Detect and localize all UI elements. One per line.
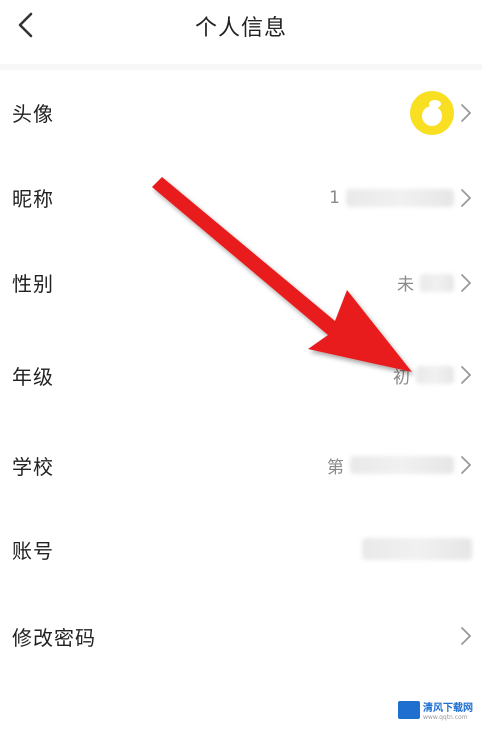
blurred-value (346, 188, 454, 207)
watermark-logo-icon (398, 701, 420, 719)
avatar[interactable] (410, 90, 454, 135)
watermark-text: 清风下载网 (423, 703, 473, 714)
row-label: 昵称 (12, 187, 54, 211)
row-value: 初 (393, 367, 410, 388)
avatar-icon (422, 99, 442, 126)
chevron-right-icon (461, 366, 472, 384)
chevron-right-icon (461, 456, 472, 474)
row-label: 年级 (12, 364, 54, 389)
chevron-right-icon (461, 273, 472, 292)
row-label: 账号 (12, 538, 54, 563)
row-grade[interactable]: 年级 初 (0, 325, 482, 425)
row-label: 学校 (12, 454, 54, 479)
row-change-password[interactable]: 修改密码 (0, 593, 482, 679)
row-value: 未 (397, 275, 414, 295)
profile-list: 头像 昵称 1 性别 未 年级 初 学校 第 账号 修改密码 (0, 70, 482, 679)
top-bar: 个人信息 (0, 0, 482, 52)
blurred-value (420, 273, 454, 292)
blurred-value (350, 456, 454, 474)
row-label: 修改密码 (12, 625, 96, 650)
blurred-value (416, 366, 454, 384)
site-watermark: 清风下载网 www.qqtn.com (395, 697, 476, 723)
blurred-value (362, 538, 472, 560)
chevron-right-icon (461, 627, 472, 645)
chevron-right-icon (461, 188, 472, 207)
chevron-right-icon (461, 103, 472, 122)
watermark-sub: www.qqtn.com (423, 714, 468, 721)
row-value: 1 (329, 187, 340, 208)
row-school[interactable]: 学校 第 (0, 425, 482, 505)
row-label: 头像 (12, 102, 54, 126)
row-account: 账号 (0, 505, 482, 593)
row-nickname[interactable]: 昵称 1 (0, 155, 482, 240)
row-gender[interactable]: 性别 未 (0, 240, 482, 325)
row-avatar[interactable]: 头像 (0, 70, 482, 155)
row-value: 第 (327, 457, 344, 478)
page-title: 个人信息 (194, 16, 287, 41)
row-label: 性别 (12, 272, 54, 296)
